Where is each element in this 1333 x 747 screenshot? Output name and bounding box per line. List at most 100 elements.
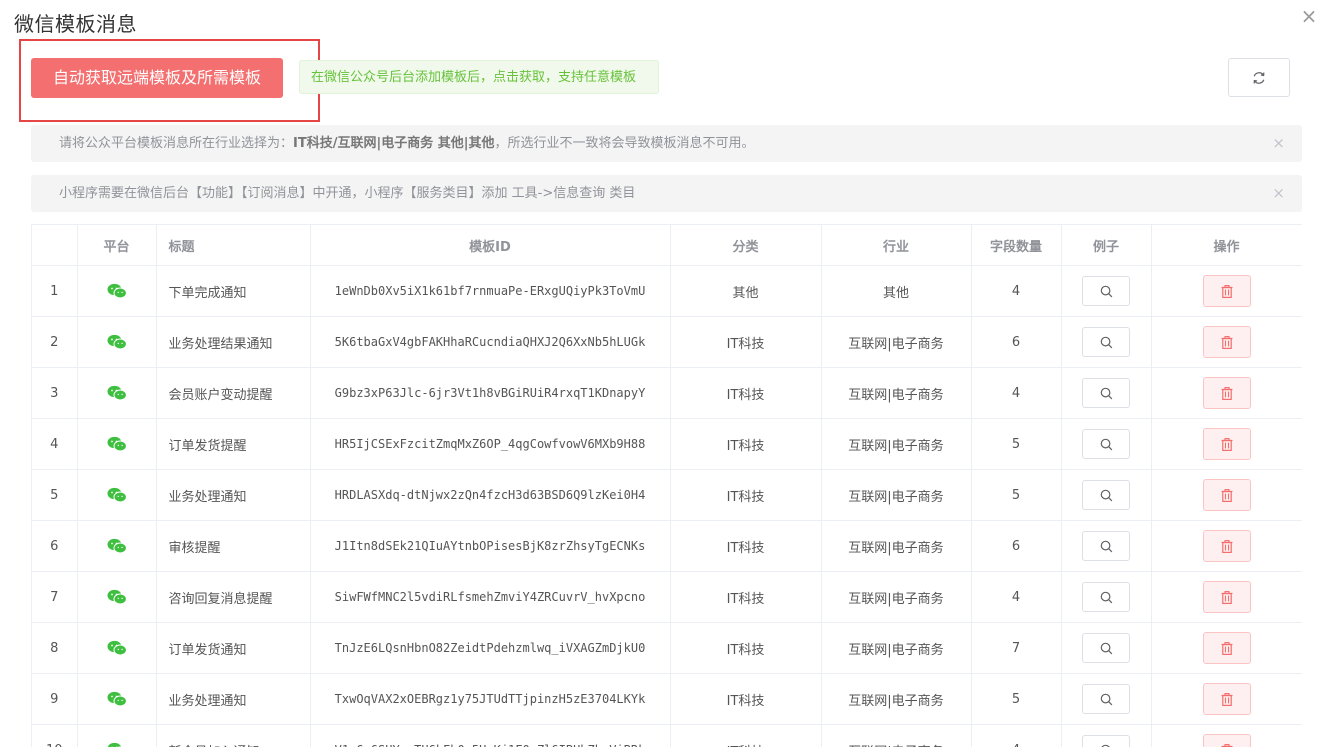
row-example bbox=[1061, 724, 1152, 747]
wechat-icon bbox=[107, 283, 127, 299]
row-field-count: 5 bbox=[971, 469, 1062, 521]
row-index: 10 bbox=[32, 724, 78, 747]
table-row: 2 业务处理结果通知 5K6tbaGxV4gbFAKHhaRCucndiaQHX… bbox=[32, 316, 1302, 368]
trash-icon bbox=[1221, 335, 1232, 349]
row-index: 6 bbox=[32, 520, 78, 572]
refresh-button[interactable] bbox=[1228, 58, 1290, 97]
wechat-icon bbox=[107, 487, 127, 503]
row-category: 其他 bbox=[670, 265, 822, 317]
row-field-count: 7 bbox=[971, 622, 1062, 674]
delete-button[interactable] bbox=[1202, 734, 1251, 747]
view-example-button[interactable] bbox=[1082, 531, 1130, 561]
row-platform bbox=[77, 673, 157, 725]
view-example-button[interactable] bbox=[1082, 633, 1130, 663]
view-example-button[interactable] bbox=[1082, 327, 1130, 357]
delete-button[interactable] bbox=[1202, 530, 1251, 562]
search-icon bbox=[1100, 591, 1112, 603]
table-row: 7 咨询回复消息提醒 SiwFWfMNC2l5vdiRLfsmehZmviY4Z… bbox=[32, 571, 1302, 623]
header-industry: 行业 bbox=[821, 225, 972, 266]
row-index: 5 bbox=[32, 469, 78, 521]
table-row: 10 新会员加入通知 V1_6c6SUYmaTU6kFh0o5HnKj1F0wZ… bbox=[32, 724, 1302, 747]
row-index: 3 bbox=[32, 367, 78, 419]
row-category: IT科技 bbox=[670, 316, 822, 368]
row-platform bbox=[77, 265, 157, 317]
alert-close-icon[interactable]: × bbox=[1272, 175, 1285, 212]
row-template-id: 5K6tbaGxV4gbFAKHhaRCucndiaQHXJ2Q6XxNb5hL… bbox=[310, 316, 671, 368]
delete-button[interactable] bbox=[1202, 428, 1251, 460]
table-row: 5 业务处理通知 HRDLASXdq-dtNjwx2zQn4fzcH3d63BS… bbox=[32, 469, 1302, 521]
row-actions bbox=[1151, 622, 1302, 674]
row-field-count: 4 bbox=[971, 571, 1062, 623]
trash-icon bbox=[1221, 590, 1232, 604]
row-industry: 互联网|电子商务 bbox=[821, 571, 972, 623]
header-actions: 操作 bbox=[1151, 225, 1302, 266]
row-example bbox=[1061, 316, 1152, 368]
alert-close-icon[interactable]: × bbox=[1272, 125, 1285, 162]
row-title: 订单发货提醒 bbox=[156, 418, 311, 470]
row-index: 9 bbox=[32, 673, 78, 725]
row-example bbox=[1061, 622, 1152, 674]
trash-icon bbox=[1221, 539, 1232, 553]
search-icon bbox=[1100, 285, 1112, 297]
row-title: 业务处理通知 bbox=[156, 673, 311, 725]
trash-icon bbox=[1221, 692, 1232, 706]
row-platform bbox=[77, 418, 157, 470]
wechat-icon bbox=[107, 436, 127, 452]
delete-button[interactable] bbox=[1202, 326, 1251, 358]
delete-button[interactable] bbox=[1202, 377, 1251, 409]
row-title: 下单完成通知 bbox=[156, 265, 311, 317]
row-actions bbox=[1151, 418, 1302, 470]
row-example bbox=[1061, 673, 1152, 725]
delete-button[interactable] bbox=[1202, 275, 1251, 307]
wechat-icon bbox=[107, 334, 127, 350]
fetch-remote-templates-button[interactable]: 自动获取远端模板及所需模板 bbox=[31, 58, 283, 98]
row-platform bbox=[77, 469, 157, 521]
row-platform bbox=[77, 367, 157, 419]
delete-button[interactable] bbox=[1202, 632, 1251, 664]
row-actions bbox=[1151, 265, 1302, 317]
header-platform: 平台 bbox=[77, 225, 157, 266]
row-industry: 互联网|电子商务 bbox=[821, 724, 972, 747]
row-actions bbox=[1151, 724, 1302, 747]
industry-alert-suffix: ，所选行业不一致将会导致模板消息不可用。 bbox=[494, 136, 755, 151]
header-template-id: 模板ID bbox=[310, 225, 671, 266]
row-title: 会员账户变动提醒 bbox=[156, 367, 311, 419]
wechat-icon bbox=[107, 691, 127, 707]
view-example-button[interactable] bbox=[1082, 480, 1130, 510]
search-icon bbox=[1100, 642, 1112, 654]
header-category: 分类 bbox=[670, 225, 822, 266]
row-example bbox=[1061, 469, 1152, 521]
row-platform bbox=[77, 316, 157, 368]
row-industry: 互联网|电子商务 bbox=[821, 316, 972, 368]
row-title: 业务处理通知 bbox=[156, 469, 311, 521]
wechat-icon bbox=[107, 385, 127, 401]
header-title: 标题 bbox=[156, 225, 311, 266]
row-actions bbox=[1151, 673, 1302, 725]
view-example-button[interactable] bbox=[1082, 429, 1130, 459]
trash-icon bbox=[1221, 743, 1232, 747]
row-title: 新会员加入通知 bbox=[156, 724, 311, 747]
view-example-button[interactable] bbox=[1082, 276, 1130, 306]
delete-button[interactable] bbox=[1202, 581, 1251, 613]
row-actions bbox=[1151, 571, 1302, 623]
row-template-id: 1eWnDb0Xv5iX1k61bf7rnmuaPe-ERxgUQiyPk3To… bbox=[310, 265, 671, 317]
row-field-count: 4 bbox=[971, 724, 1062, 747]
view-example-button[interactable] bbox=[1082, 582, 1130, 612]
row-industry: 互联网|电子商务 bbox=[821, 622, 972, 674]
table-header-row: 平台 标题 模板ID 分类 行业 字段数量 例子 操作 bbox=[32, 225, 1302, 266]
row-title: 审核提醒 bbox=[156, 520, 311, 572]
wechat-icon bbox=[107, 742, 123, 747]
row-field-count: 6 bbox=[971, 316, 1062, 368]
delete-button[interactable] bbox=[1202, 479, 1251, 511]
delete-button[interactable] bbox=[1202, 683, 1251, 715]
view-example-button[interactable] bbox=[1082, 684, 1130, 714]
row-industry: 互联网|电子商务 bbox=[821, 469, 972, 521]
search-icon bbox=[1100, 438, 1112, 450]
row-platform bbox=[77, 622, 157, 674]
close-icon[interactable]: × bbox=[1299, 6, 1319, 26]
view-example-button[interactable] bbox=[1082, 735, 1130, 747]
view-example-button[interactable] bbox=[1082, 378, 1130, 408]
row-actions bbox=[1151, 469, 1302, 521]
table-row: 8 订单发货通知 TnJzE6LQsnHbnO82ZeidtPdehzmlwq_… bbox=[32, 622, 1302, 674]
row-field-count: 4 bbox=[971, 265, 1062, 317]
